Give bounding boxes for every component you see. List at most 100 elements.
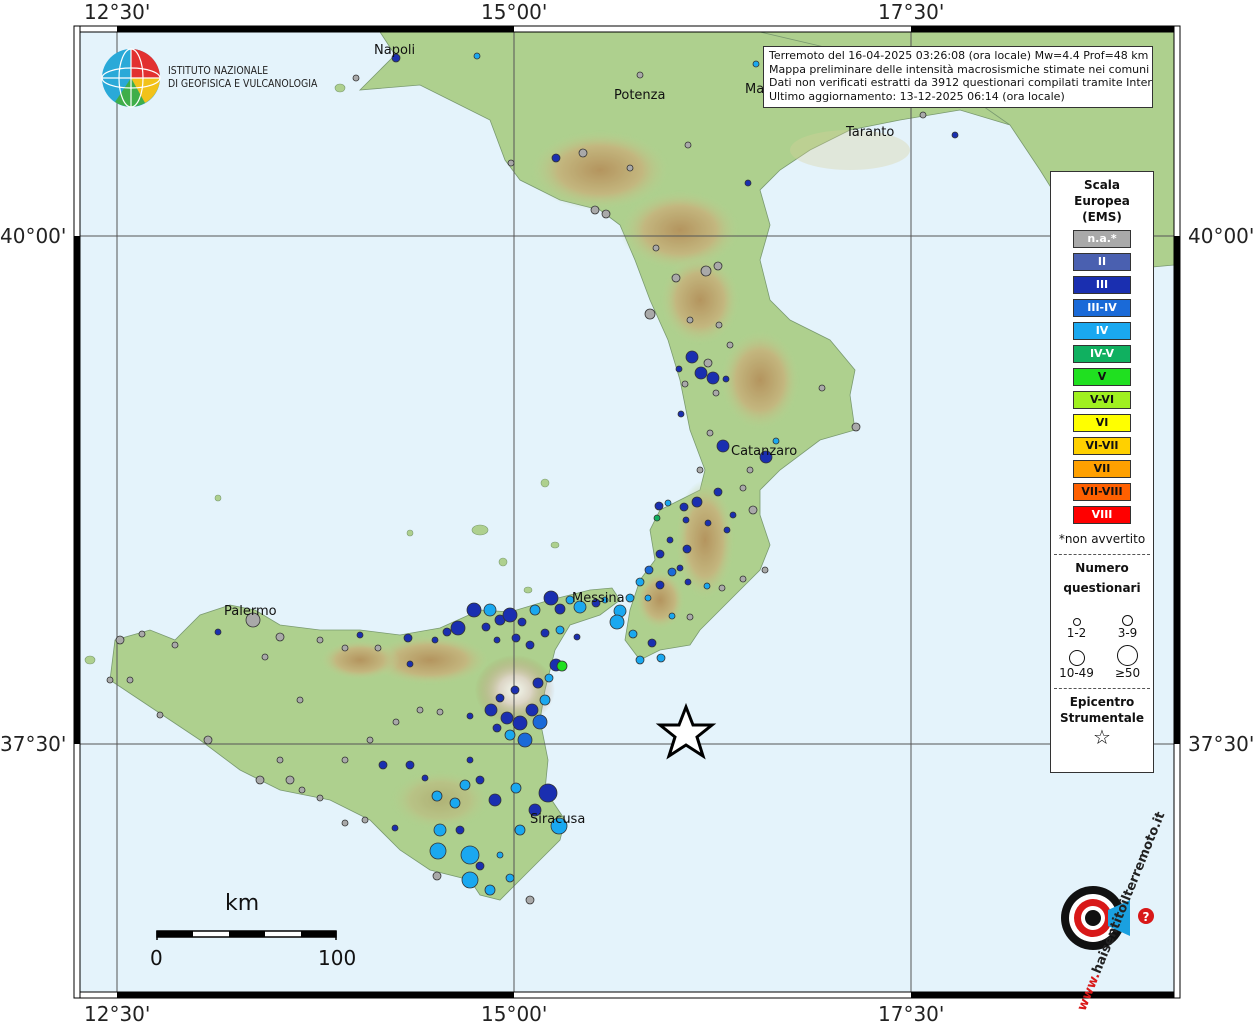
intensity-point: [298, 786, 306, 794]
size-ring-small: [1072, 618, 1081, 626]
intensity-point: [818, 384, 826, 392]
svg-text:?: ?: [1143, 910, 1150, 924]
coord-bottom-1230: 12°30': [84, 1002, 151, 1026]
size-label-10-49: 10-49: [1059, 666, 1094, 680]
intensity-point: [685, 350, 699, 364]
intensity-point: [919, 111, 927, 119]
intensity-point: [442, 627, 452, 637]
star-icon: ☆: [1093, 725, 1111, 749]
intensity-point: [706, 371, 720, 385]
intensity-point: [752, 60, 760, 68]
intensity-point: [466, 712, 474, 720]
intensity-point: [635, 577, 645, 587]
size-ring-medium: [1122, 615, 1133, 626]
intensity-point: [391, 824, 399, 832]
legend-item-vii: VII: [1073, 460, 1131, 478]
intensity-point: [514, 824, 526, 836]
intensity-point: [156, 711, 164, 719]
intensity-point: [525, 703, 539, 717]
intensity-point: [374, 644, 382, 652]
intensity-point: [461, 871, 479, 889]
intensity-point: [255, 775, 265, 785]
intensity-point: [505, 873, 515, 883]
intensity-point: [635, 655, 645, 665]
coord-right-4000: 40°00': [1188, 224, 1254, 248]
intensity-point: [525, 895, 535, 905]
intensity-point: [590, 205, 600, 215]
size-legend: 1-2 3-9 10-49 ≥50: [1051, 602, 1153, 680]
intensity-point: [691, 496, 703, 508]
coord-right-3730: 37°30': [1188, 732, 1254, 756]
intensity-point: [726, 341, 734, 349]
intensity-point: [644, 594, 652, 602]
intensity-point: [203, 735, 213, 745]
intensity-point: [341, 756, 349, 764]
legend-title-line1: Scala: [1083, 178, 1121, 192]
intensity-point: [628, 629, 638, 639]
intensity-point: [352, 74, 360, 82]
size-cell-10-49: 10-49: [1051, 642, 1102, 680]
intensity-point: [466, 602, 482, 618]
intensity-point: [694, 366, 708, 380]
intensity-point: [851, 422, 861, 432]
intensity-point: [341, 644, 349, 652]
intensity-point: [715, 321, 723, 329]
intensity-point: [532, 714, 548, 730]
city-napoli: Napoli: [374, 43, 416, 58]
intensity-point: [677, 410, 685, 418]
intensity-point: [276, 756, 284, 764]
intensity-point: [555, 625, 565, 635]
intensity-point: [538, 783, 558, 803]
intensity-point: [700, 265, 712, 277]
intensity-point: [539, 694, 551, 706]
intensity-point: [578, 148, 588, 158]
intensity-point: [722, 375, 730, 383]
intensity-point: [261, 653, 269, 661]
intensity-point: [484, 703, 498, 717]
intensity-point: [406, 660, 414, 668]
intensity-point: [712, 389, 720, 397]
size-label-1-2: 1-2: [1066, 626, 1087, 640]
intensity-point: [664, 499, 672, 507]
intensity-point: [696, 466, 704, 474]
intensity-point: [171, 641, 179, 649]
size-cell-50: ≥50: [1102, 642, 1153, 680]
intensity-point: [655, 549, 665, 559]
size-label-3-9: 3-9: [1117, 626, 1138, 640]
intensity-point: [475, 775, 485, 785]
legend-item-ii: II: [1073, 253, 1131, 271]
city-siracusa: Siracusa: [530, 812, 586, 827]
intensity-point: [449, 797, 461, 809]
intensity-point: [316, 636, 324, 644]
city-catanzaro: Catanzaro: [731, 444, 798, 459]
intensity-point: [481, 622, 491, 632]
coord-left-3730: 37°30': [0, 732, 67, 756]
intensity-point: [706, 429, 714, 437]
intensity-point: [601, 209, 611, 219]
intensity-point: [529, 604, 541, 616]
event-info-line3: Dati non verificati estratti da 3912 que…: [769, 76, 1153, 89]
intensity-point: [455, 825, 465, 835]
intensity-point: [115, 635, 125, 645]
intensity-point: [532, 677, 544, 689]
city-potenza: Potenza: [614, 88, 666, 103]
intensity-point: [540, 628, 550, 638]
coord-bottom-1500: 15°00': [481, 1002, 548, 1026]
intensity-point: [668, 612, 676, 620]
intensity-point: [644, 565, 654, 575]
epicenter-title: Epicentro Strumentale: [1051, 694, 1153, 726]
intensity-point: [573, 633, 581, 641]
legend-title-line3: (EMS): [1082, 210, 1122, 224]
intensity-point: [403, 633, 413, 643]
intensity-point: [684, 578, 692, 586]
city-messina: Messina: [572, 591, 625, 606]
count-title: Numero questionari: [1051, 560, 1153, 596]
intensity-point: [405, 760, 415, 770]
intensity-point: [431, 636, 439, 644]
intensity-point: [746, 466, 754, 474]
intensity-point: [517, 617, 527, 627]
intensity-point: [431, 790, 443, 802]
intensity-point: [433, 823, 447, 837]
intensity-point: [739, 575, 747, 583]
intensity-point: [450, 620, 466, 636]
